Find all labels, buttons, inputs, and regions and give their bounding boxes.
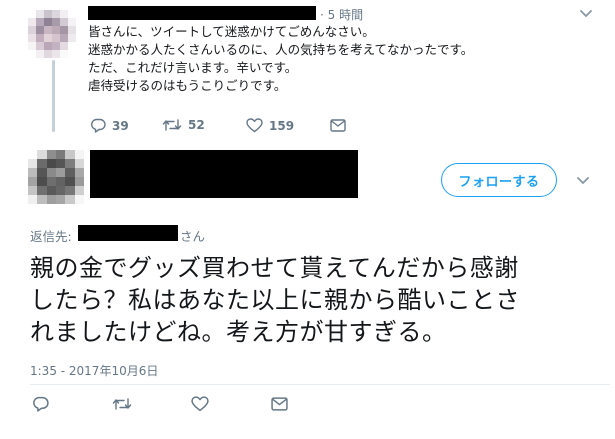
like-button[interactable]: 159	[246, 118, 294, 133]
tweet-text-line: ただ、これだけ言います。辛いです。	[88, 60, 298, 75]
chevron-down-icon[interactable]	[580, 10, 592, 18]
like-icon	[191, 396, 209, 412]
tweet-text-line: したら？私はあなた以上に親から酷いことさ	[30, 286, 520, 314]
like-count: 159	[269, 118, 295, 133]
dm-button[interactable]	[330, 119, 346, 132]
reply-to-handle-redacted[interactable]	[78, 225, 178, 241]
retweet-icon	[112, 397, 132, 411]
tweet-time[interactable]: · 5 時間	[320, 6, 363, 23]
like-button[interactable]	[191, 396, 209, 412]
chevron-down-icon[interactable]	[577, 177, 589, 185]
tweet-timestamp[interactable]: 1:35 - 2017年10月6日	[30, 362, 158, 379]
reply-icon	[90, 118, 106, 133]
thread-connector-line	[52, 60, 55, 132]
retweet-button[interactable]: 52	[162, 118, 205, 132]
reply-button[interactable]: 39	[90, 118, 129, 133]
reply-button[interactable]	[32, 396, 49, 412]
retweet-icon	[162, 118, 182, 132]
tweet-text-line: 皆さんに、ツイートして迷惑かけてごめんなさい。	[88, 24, 375, 39]
divider	[30, 384, 610, 385]
tweet-text-line: 親の金でグッズ買わせて貰えてんだから感謝	[30, 254, 519, 282]
retweet-count: 52	[188, 118, 205, 132]
reply-count: 39	[112, 118, 129, 133]
follow-button[interactable]: フォローする	[441, 163, 557, 197]
author-name-redacted	[90, 150, 358, 198]
dm-button[interactable]	[271, 397, 288, 411]
like-icon	[246, 118, 263, 133]
avatar[interactable]	[28, 10, 76, 58]
dm-icon	[330, 119, 346, 132]
reply-to-label: 返信先:	[30, 229, 72, 244]
dm-icon	[271, 397, 288, 411]
tweet-text-line: 虐待受けるのはもうこりごりです。	[88, 78, 287, 93]
reply-icon	[32, 396, 49, 412]
avatar[interactable]	[28, 150, 84, 204]
tweet-text-line: れましたけどね。考え方が甘すぎる。	[30, 318, 447, 346]
tweet-text: 親の金でグッズ買わせて貰えてんだから感謝 したら？私はあなた以上に親から酷いこと…	[30, 252, 520, 348]
author-name-redacted	[88, 6, 316, 20]
tweet-text: 皆さんに、ツイートして迷惑かけてごめんなさい。 迷惑かかる人たくさんいるのに、人…	[88, 23, 473, 95]
retweet-button[interactable]	[112, 397, 132, 411]
tweet-text-line: 迷惑かかる人たくさんいるのに、人の気持ちを考えてなかったです。	[88, 42, 474, 57]
reply-to-suffix: さん	[180, 229, 206, 244]
